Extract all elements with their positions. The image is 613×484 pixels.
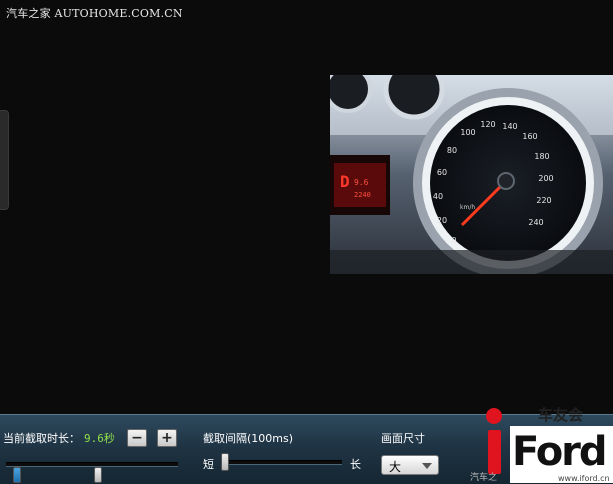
logo-brand-text: Ford [512, 429, 606, 475]
svg-text:120: 120 [480, 120, 495, 129]
duration-range-track[interactable] [6, 462, 178, 467]
interval-slider-track[interactable] [222, 460, 342, 465]
svg-text:220: 220 [536, 196, 551, 205]
svg-text:180: 180 [534, 152, 549, 161]
frame-size-select[interactable]: 大 [381, 455, 439, 475]
increase-duration-button[interactable]: + [157, 429, 177, 447]
svg-text:40: 40 [433, 192, 443, 201]
svg-text:km/h: km/h [460, 204, 475, 211]
frame-size-value: 大 [389, 460, 402, 474]
svg-text:140: 140 [502, 122, 517, 131]
logo-autohome-text: 汽车之 [470, 471, 497, 483]
svg-text:2240: 2240 [354, 191, 371, 199]
interval-label: 截取间隔(100ms) [203, 432, 294, 445]
logo-url-text: www.iford.cn [558, 474, 610, 483]
duration-range-end-handle[interactable] [94, 467, 102, 483]
svg-text:100: 100 [460, 128, 475, 137]
video-preview: D 9.6 2240 0 20 40 60 80 100 120 140 160… [330, 75, 613, 274]
chevron-down-icon [422, 463, 432, 469]
svg-text:240: 240 [528, 218, 543, 227]
iford-logo: 车友会 Ford 汽车之 www.iford.cn [470, 406, 613, 483]
dashboard-image: D 9.6 2240 0 20 40 60 80 100 120 140 160… [330, 75, 613, 274]
svg-text:9.6: 9.6 [354, 178, 369, 187]
interval-short-label: 短 [203, 458, 214, 471]
side-panel-handle[interactable] [0, 110, 9, 210]
interval-long-label: 长 [350, 458, 361, 471]
duration-range-start-handle[interactable] [13, 467, 21, 483]
duration-value: 9.6秒 [84, 432, 115, 445]
interval-slider-thumb[interactable] [221, 453, 229, 471]
svg-text:D: D [340, 172, 350, 191]
decrease-duration-button[interactable]: − [127, 429, 147, 447]
svg-text:200: 200 [538, 174, 553, 183]
svg-text:20: 20 [437, 216, 447, 225]
frame-size-label: 画面尺寸 [381, 432, 425, 445]
watermark-text: 汽车之家 AUTOHOME.COM.CN [6, 7, 183, 20]
svg-text:0: 0 [451, 236, 456, 245]
svg-text:80: 80 [447, 146, 457, 155]
logo-top-text: 车友会 [538, 406, 583, 424]
svg-text:60: 60 [437, 168, 447, 177]
svg-text:160: 160 [522, 132, 537, 141]
duration-label: 当前截取时长： [3, 432, 80, 445]
